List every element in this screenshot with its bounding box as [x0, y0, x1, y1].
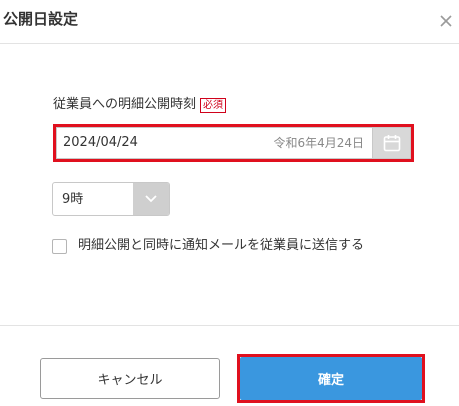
- publish-time-label-row: 従業員への明細公開時刻 必須: [53, 95, 227, 115]
- notify-email-checkbox[interactable]: [52, 238, 67, 254]
- footer-divider: [0, 325, 459, 326]
- chevron-down-icon: [133, 183, 169, 215]
- cancel-button[interactable]: キャンセル: [40, 358, 220, 399]
- notify-email-row: 明細公開と同時に通知メールを従業員に送信する: [52, 236, 364, 256]
- close-icon[interactable]: [437, 12, 455, 30]
- confirm-button[interactable]: 確定: [240, 357, 422, 400]
- calendar-icon[interactable]: [372, 127, 411, 159]
- publish-date-input[interactable]: 2024/04/24 令和6年4月24日: [56, 127, 372, 159]
- publish-date-era: 令和6年4月24日: [273, 136, 364, 150]
- required-badge: 必須: [200, 97, 227, 113]
- publish-date-dialog: 公開日設定 従業員への明細公開時刻 必須 2024/04/24 令和6年4月24…: [0, 0, 459, 406]
- hour-select[interactable]: 9時: [52, 182, 170, 216]
- publish-time-label: 従業員への明細公開時刻: [53, 97, 197, 112]
- hour-select-value: 9時: [62, 192, 84, 207]
- dialog-header: 公開日設定: [0, 0, 459, 44]
- dialog-title: 公開日設定: [3, 10, 79, 28]
- notify-email-label: 明細公開と同時に通知メールを従業員に送信する: [78, 238, 365, 253]
- publish-date-value: 2024/04/24: [63, 135, 138, 150]
